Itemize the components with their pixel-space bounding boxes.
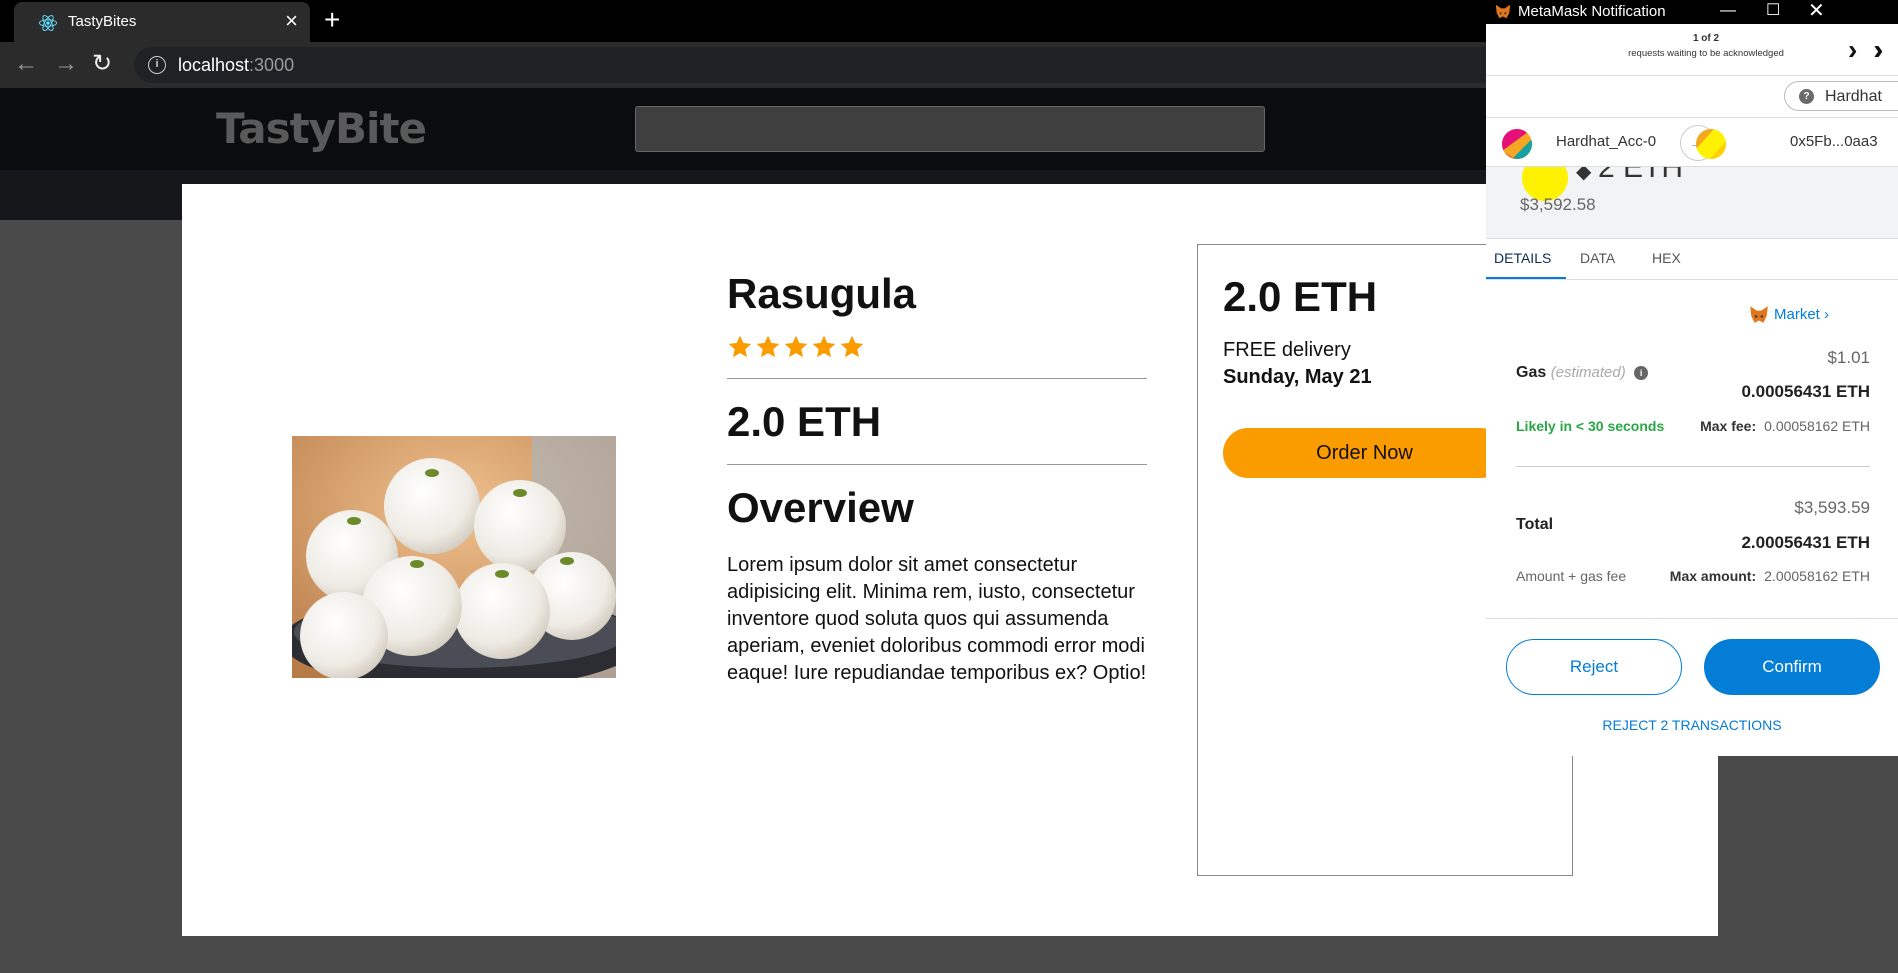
product-description: Lorem ipsum dolor sit amet consectetur a…: [727, 554, 1147, 684]
buybox-price: 2.0 ETH: [1223, 273, 1378, 320]
metamask-titlebar: MetaMask Notification — ☐ ✕: [1486, 0, 1898, 24]
help-icon: ?: [1799, 89, 1814, 104]
reload-icon[interactable]: ↻: [92, 50, 112, 78]
tab-title: TastyBites: [68, 13, 137, 30]
network-selector[interactable]: ? Hardhat: [1784, 81, 1898, 111]
overview-heading: Overview: [727, 484, 914, 531]
max-amount: Max amount: 2.00058162 ETH: [1669, 568, 1870, 584]
confirm-button[interactable]: Confirm: [1704, 639, 1880, 695]
max-fee: Max fee: 0.00058162 ETH: [1700, 418, 1870, 434]
active-tab-indicator: [1486, 277, 1566, 279]
action-footer: Reject Confirm REJECT 2 TRANSACTIONS: [1486, 618, 1898, 756]
forward-icon[interactable]: →: [54, 50, 78, 78]
divider: [727, 378, 1147, 379]
product-title: Rasugula: [727, 270, 917, 317]
close-icon[interactable]: ×: [285, 10, 298, 32]
queue-subtitle: requests waiting to be acknowledged: [1628, 48, 1784, 59]
info-icon[interactable]: i: [148, 56, 166, 74]
window-close-icon[interactable]: ✕: [1808, 0, 1825, 22]
gas-estimated: (estimated): [1550, 364, 1626, 381]
star-icon: [812, 335, 836, 358]
total-fiat: $3,593.59: [1794, 498, 1870, 517]
tab-hex[interactable]: HEX: [1652, 250, 1681, 266]
gas-label: Gas (estimated) i: [1516, 364, 1649, 382]
url-text: localhost:3000: [178, 55, 295, 75]
browser-tab[interactable]: TastyBites ×: [14, 2, 310, 42]
delivery-date: Sunday, May 21: [1223, 366, 1372, 388]
site-logo[interactable]: TastyBite: [216, 104, 427, 153]
delivery-text: FREE delivery: [1223, 339, 1351, 361]
star-icon: [840, 335, 864, 358]
tab-details[interactable]: DETAILS: [1494, 250, 1551, 266]
from-account-name[interactable]: Hardhat_Acc-0: [1556, 133, 1656, 150]
likely-time: Likely in < 30 seconds: [1516, 418, 1665, 434]
metamask-fox-icon: [1495, 4, 1511, 19]
queue-count: 1 of 2: [1692, 33, 1720, 44]
request-queue: 1 of 2 requests waiting to be acknowledg…: [1486, 24, 1898, 76]
eth-icon: ◆: [1576, 167, 1592, 183]
amount-gas-label: Amount + gas fee: [1516, 568, 1627, 584]
account-row: Hardhat_Acc-0 → 0x5Fb...0aa3: [1486, 117, 1898, 167]
maximize-icon[interactable]: ☐: [1766, 0, 1780, 22]
gas-fiat: $1.01: [1827, 348, 1870, 367]
metamask-title: MetaMask Notification: [1518, 3, 1666, 20]
minimize-icon[interactable]: —: [1720, 0, 1736, 22]
star-icon: [728, 335, 752, 358]
reject-all-link[interactable]: REJECT 2 TRANSACTIONS: [1486, 717, 1898, 733]
order-now-button[interactable]: Order Now: [1223, 428, 1506, 478]
amount-summary: ◆ 2 ETH $3,592.58: [1486, 167, 1898, 239]
star-icon: [756, 335, 780, 358]
site-search-input[interactable]: [635, 106, 1265, 152]
product-price: 2.0 ETH: [727, 398, 882, 445]
to-avatar: [1696, 129, 1726, 159]
product-image: [292, 436, 616, 678]
details-tabs: DETAILS DATA HEX: [1486, 240, 1898, 280]
send-amount-fiat: $3,592.58: [1520, 195, 1596, 214]
divider: [1516, 466, 1870, 467]
total-label: Total: [1516, 516, 1554, 533]
market-link[interactable]: Market ›: [1774, 306, 1829, 323]
info-icon[interactable]: i: [1634, 366, 1649, 380]
tab-data[interactable]: DATA: [1580, 250, 1615, 266]
metamask-fox-icon: [1750, 306, 1768, 323]
plus-icon[interactable]: +: [324, 6, 340, 34]
reject-button[interactable]: Reject: [1506, 639, 1682, 695]
divider: [727, 464, 1147, 465]
metamask-window: MetaMask Notification — ☐ ✕ 1 of 2 reque…: [1486, 0, 1898, 756]
rating-stars: [727, 334, 865, 360]
send-amount: 2 ETH: [1598, 167, 1684, 184]
chevron-right-icon: ›: [1824, 306, 1830, 323]
back-icon[interactable]: ←: [14, 50, 38, 78]
network-name: Hardhat: [1825, 88, 1882, 105]
from-avatar[interactable]: [1502, 129, 1532, 159]
total-eth: 2.00056431 ETH: [1741, 533, 1870, 552]
star-icon: [784, 335, 808, 358]
chevron-right-icon[interactable]: ›: [1848, 36, 1857, 64]
to-account-name[interactable]: 0x5Fb...0aa3: [1790, 133, 1878, 150]
gas-eth: 0.00056431 ETH: [1741, 382, 1870, 401]
react-icon: [39, 14, 57, 32]
